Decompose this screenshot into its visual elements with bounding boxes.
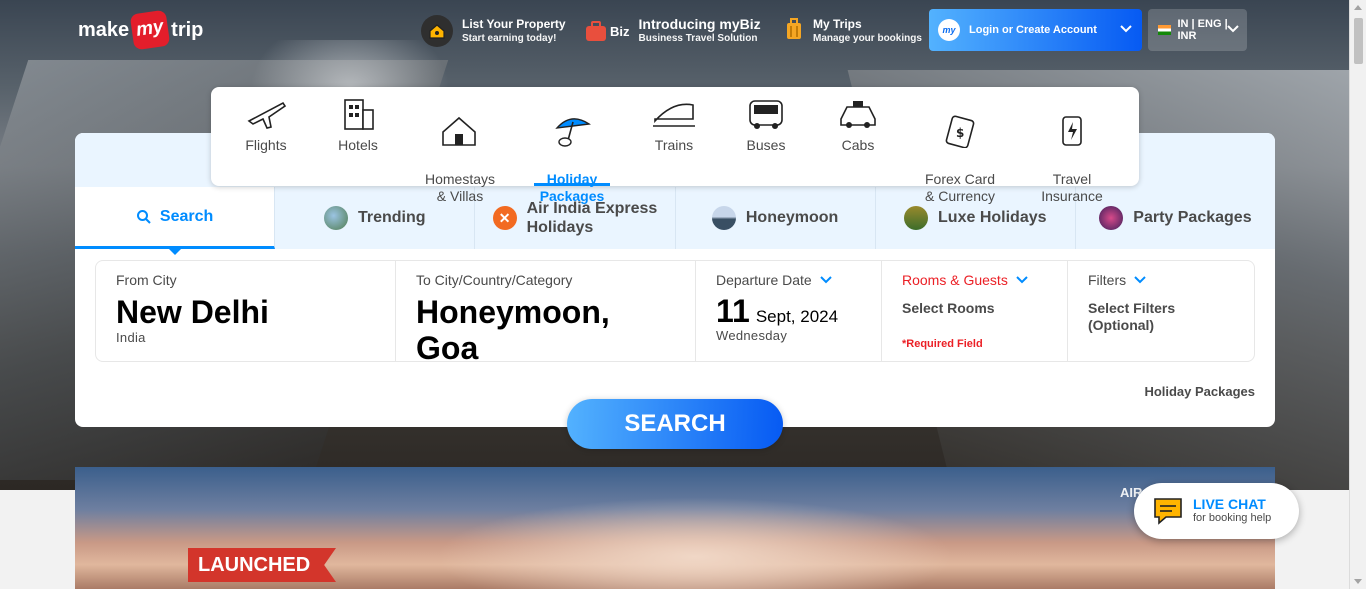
rooms-guests-label: Rooms & Guests bbox=[902, 272, 1008, 288]
suitcase-icon bbox=[785, 17, 803, 45]
departure-weekday: Wednesday bbox=[716, 328, 788, 343]
chevron-down-icon bbox=[1016, 276, 1028, 284]
to-city-value: Honeymoon, Goa bbox=[416, 294, 610, 366]
honeymoon-thumb-icon bbox=[711, 206, 736, 230]
briefcase-icon: Biz bbox=[584, 19, 630, 43]
list-property-title: List Your Property bbox=[462, 17, 566, 31]
cab-icon bbox=[840, 101, 876, 128]
rooms-guests-value: Select Rooms bbox=[902, 300, 995, 316]
departure-date-field[interactable]: Departure Date 11 Sept, 2024 Wednesday bbox=[696, 261, 882, 361]
filters-value: Select Filters (Optional) bbox=[1088, 300, 1176, 333]
from-city-label: From City bbox=[116, 272, 177, 288]
nav-item-holiday-packages[interactable]: Holiday Packages bbox=[526, 87, 618, 204]
search-button[interactable]: SEARCH bbox=[567, 399, 783, 449]
live-chat-button[interactable]: LIVE CHAT for booking help bbox=[1134, 483, 1299, 539]
launched-badge: LAUNCHED bbox=[188, 548, 336, 582]
nav-item-cabs[interactable]: Cabs bbox=[812, 87, 904, 186]
my-trips-link[interactable]: My Trips Manage your bookings bbox=[785, 10, 922, 52]
nav-item-buses[interactable]: Buses bbox=[720, 87, 812, 186]
chevron-down-icon bbox=[820, 276, 832, 284]
product-nav: Flights Hotels Homestays & Villas Holida… bbox=[211, 87, 1139, 204]
hotel-icon bbox=[344, 99, 374, 130]
required-field-note: *Required Field bbox=[902, 338, 983, 350]
my-trips-title: My Trips bbox=[813, 17, 862, 31]
search-icon bbox=[136, 209, 151, 224]
nav-item-trains[interactable]: Trains bbox=[628, 87, 720, 186]
user-avatar-icon: my bbox=[938, 19, 960, 41]
nav-item-forex[interactable]: $ Forex Card & Currency bbox=[914, 87, 1006, 204]
to-city-label: To City/Country/Category bbox=[416, 272, 573, 288]
active-tab-underline bbox=[534, 183, 610, 186]
login-label: Login or Create Account bbox=[969, 24, 1097, 36]
departure-day: 11 bbox=[716, 293, 750, 329]
from-city-field[interactable]: From City New Delhi India bbox=[96, 261, 396, 361]
nav-item-insurance[interactable]: Travel Insurance bbox=[1026, 87, 1118, 204]
nav-item-flights[interactable]: Flights bbox=[220, 87, 312, 186]
nav-item-hotels[interactable]: Hotels bbox=[312, 87, 404, 186]
bus-icon bbox=[749, 100, 783, 129]
list-property-subtitle: Start earning today! bbox=[462, 33, 557, 44]
chat-bubble-icon bbox=[1154, 498, 1182, 525]
rooms-guests-field[interactable]: Rooms & Guests Select Rooms *Required Fi… bbox=[882, 261, 1068, 361]
party-thumb-icon bbox=[1099, 206, 1124, 230]
filters-label: Filters bbox=[1088, 272, 1127, 288]
insurance-icon bbox=[1062, 116, 1082, 146]
flight-icon bbox=[247, 101, 287, 129]
luxe-thumb-icon bbox=[904, 206, 929, 230]
trending-thumb-icon bbox=[323, 206, 348, 230]
my-trips-subtitle: Manage your bookings bbox=[813, 33, 922, 44]
nav-item-homestays[interactable]: Homestays & Villas bbox=[414, 87, 506, 204]
from-city-value: New Delhi bbox=[116, 294, 269, 330]
air-india-express-icon: ✕ bbox=[492, 206, 517, 230]
mybiz-link[interactable]: Biz Introducing myBiz Business Travel So… bbox=[584, 10, 761, 52]
chevron-down-icon bbox=[1227, 25, 1239, 33]
filters-field[interactable]: Filters Select Filters (Optional) bbox=[1068, 261, 1254, 361]
from-city-country: India bbox=[116, 330, 146, 345]
house-key-icon bbox=[421, 15, 453, 47]
language-currency-selector[interactable]: IN | ENG | INR bbox=[1148, 9, 1247, 51]
list-property-link[interactable]: List Your Property Start earning today! bbox=[421, 10, 566, 52]
train-icon bbox=[653, 103, 695, 127]
to-city-field[interactable]: To City/Country/Category Honeymoon, Goa bbox=[396, 261, 696, 366]
svg-text:$: $ bbox=[956, 126, 964, 140]
tab-honeymoon[interactable]: Honeymoon bbox=[676, 187, 876, 249]
makemytrip-logo[interactable]: make my trip bbox=[78, 9, 203, 51]
holiday-umbrella-icon bbox=[555, 118, 591, 147]
search-fields: From City New Delhi India To City/Countr… bbox=[95, 260, 1255, 366]
tab-search[interactable]: Search bbox=[75, 187, 276, 255]
chevron-down-icon bbox=[1134, 276, 1146, 284]
promo-banner[interactable]: LAUNCHED AIR bbox=[75, 467, 1275, 589]
chevron-down-icon bbox=[1120, 25, 1132, 33]
homestay-icon bbox=[442, 116, 476, 146]
mybiz-title: Introducing myBiz bbox=[638, 16, 761, 32]
india-flag-icon bbox=[1158, 25, 1172, 35]
holiday-packages-label: Holiday Packages bbox=[1144, 384, 1255, 399]
login-button[interactable]: my Login or Create Account bbox=[929, 9, 1142, 51]
departure-month-year: Sept, 2024 bbox=[755, 307, 839, 326]
page-scrollbar[interactable] bbox=[1349, 0, 1366, 589]
forex-card-icon: $ bbox=[945, 115, 975, 148]
live-chat-subtitle: for booking help bbox=[1193, 512, 1272, 524]
live-chat-title: LIVE CHAT bbox=[1193, 496, 1266, 512]
mybiz-subtitle: Business Travel Solution bbox=[638, 33, 758, 44]
departure-date-label: Departure Date bbox=[716, 272, 812, 288]
